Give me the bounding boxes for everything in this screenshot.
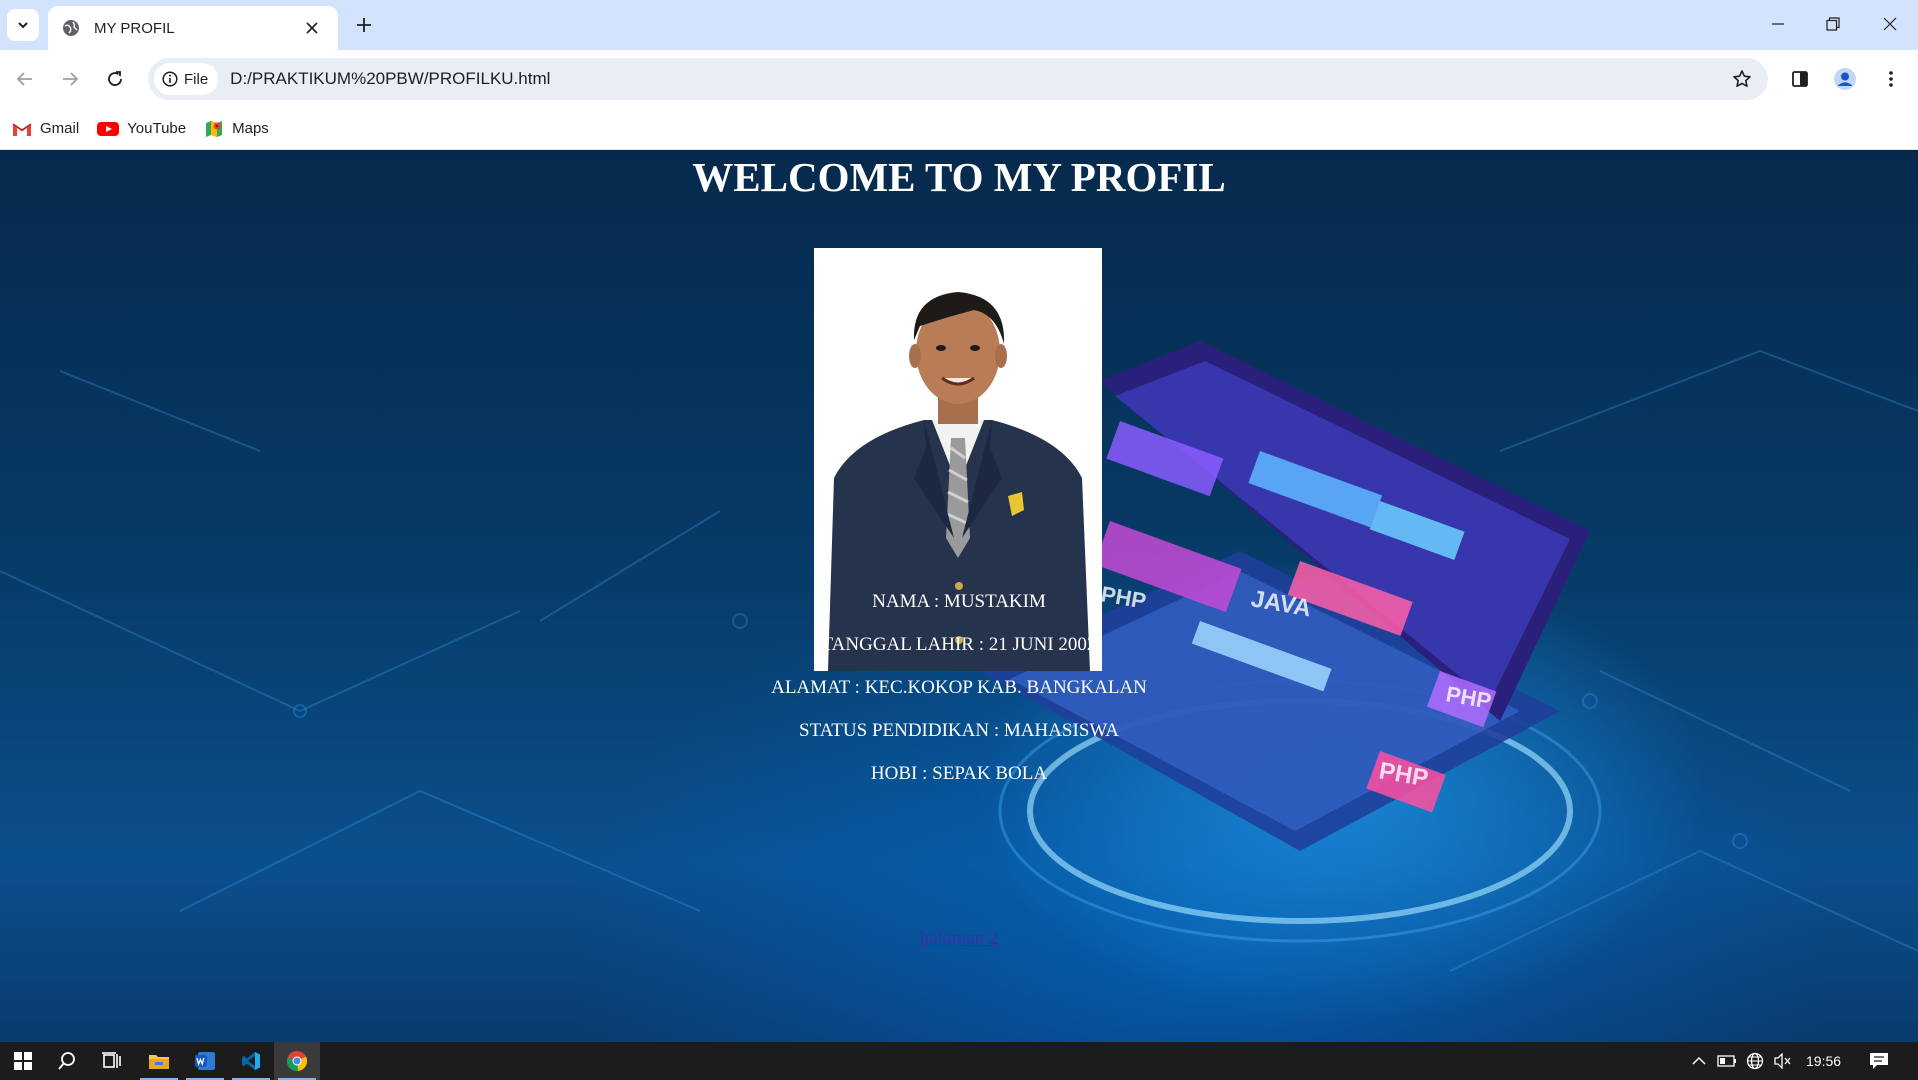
profile-button[interactable] — [1829, 63, 1861, 95]
maps-icon — [206, 120, 223, 137]
task-view-icon — [102, 1052, 121, 1068]
bookmark-gmail[interactable]: Gmail — [12, 120, 79, 137]
chrome-icon — [286, 1051, 308, 1072]
network-button[interactable] — [1742, 1042, 1768, 1080]
word-icon — [195, 1052, 215, 1070]
tab-close-button[interactable] — [300, 16, 324, 40]
reload-icon — [108, 71, 122, 86]
bookmark-label: Gmail — [40, 120, 80, 137]
tab-search-button[interactable] — [7, 9, 39, 41]
battery-button[interactable] — [1714, 1042, 1740, 1080]
site-info-label: File — [184, 70, 209, 88]
more-vertical-icon — [1889, 71, 1893, 87]
next-page-link-wrapper: halaman 2 — [0, 928, 1918, 950]
side-panel-button[interactable] — [1784, 63, 1816, 95]
info-nama: NAMA : MUSTAKIM — [872, 591, 1046, 612]
info-tanggal-lahir: TANGGAL LAHIR : 21 JUNI 2002 — [821, 634, 1097, 655]
tab-title: MY PROFIL — [94, 19, 175, 37]
volume-muted-icon — [1774, 1053, 1791, 1069]
gmail-icon — [12, 122, 32, 136]
notification-center-button[interactable] — [1862, 1042, 1896, 1080]
tray-overflow-button[interactable] — [1686, 1042, 1712, 1080]
web-page: PHP JAVA PHP PHP WELCOME TO MY PROFIL NA… — [0, 151, 1918, 1042]
file-explorer-icon — [149, 1055, 169, 1069]
restore-button[interactable] — [1804, 0, 1861, 48]
forward-button[interactable] — [54, 63, 86, 95]
browser-toolbar: File D:/PRAKTIKUM%20PBW/PROFILKU.html — [0, 50, 1918, 108]
arrow-left-icon — [16, 72, 32, 86]
battery-icon — [1717, 1055, 1736, 1067]
close-window-button[interactable] — [1861, 0, 1918, 48]
new-tab-button[interactable] — [350, 11, 378, 39]
close-icon — [1883, 17, 1896, 31]
globe-icon — [63, 20, 79, 36]
volume-button[interactable] — [1770, 1042, 1796, 1080]
info-hobi: HOBI : SEPAK BOLA — [870, 763, 1048, 784]
taskbar-vscode[interactable] — [228, 1042, 274, 1080]
task-view-button[interactable] — [88, 1042, 134, 1080]
info-icon — [162, 71, 178, 87]
chevron-down-icon — [18, 22, 28, 29]
minimize-icon — [1771, 23, 1784, 25]
taskbar-chrome[interactable] — [274, 1042, 320, 1080]
bookmark-star-button[interactable] — [1730, 67, 1754, 91]
vscode-icon — [242, 1052, 260, 1070]
close-icon — [306, 22, 318, 34]
side-panel-icon — [1792, 71, 1808, 87]
search-icon — [58, 1052, 75, 1070]
star-icon — [1733, 70, 1751, 87]
menu-button[interactable] — [1875, 63, 1907, 95]
page-title: WELCOME TO MY PROFIL — [692, 154, 1226, 200]
search-button[interactable] — [44, 1042, 90, 1080]
reload-button[interactable] — [99, 63, 131, 95]
bookmark-youtube[interactable]: YouTube — [97, 120, 186, 137]
address-bar[interactable]: File D:/PRAKTIKUM%20PBW/PROFILKU.html — [148, 58, 1768, 100]
arrow-right-icon — [63, 72, 79, 86]
taskbar-file-explorer[interactable] — [136, 1042, 182, 1080]
bookmarks-bar: Gmail YouTube Maps — [0, 108, 1918, 150]
bookmark-label: YouTube — [127, 120, 187, 137]
avatar-icon — [1834, 68, 1856, 90]
notification-icon — [1870, 1053, 1888, 1069]
minimize-button[interactable] — [1749, 0, 1806, 48]
back-button[interactable] — [9, 63, 41, 95]
taskbar-clock[interactable]: 19:56 — [1806, 1042, 1841, 1080]
browser-tab[interactable]: MY PROFIL — [48, 6, 338, 50]
bookmark-maps[interactable]: Maps — [204, 119, 269, 139]
windows-taskbar: 19:56 — [0, 1042, 1918, 1080]
taskbar-word[interactable] — [182, 1042, 228, 1080]
info-status-pendidikan: STATUS PENDIDIKAN : MAHASISWA — [799, 720, 1119, 741]
bookmark-label: Maps — [232, 120, 269, 137]
next-page-link[interactable]: halaman 2 — [920, 928, 999, 949]
restore-icon — [1825, 17, 1840, 31]
tab-strip: MY PROFIL — [0, 0, 1918, 50]
info-alamat: ALAMAT : KEC.KOKOP KAB. BANGKALAN — [771, 677, 1147, 698]
youtube-icon — [97, 121, 120, 136]
plus-icon — [357, 18, 371, 32]
globe-icon — [1746, 1052, 1764, 1070]
chevron-up-icon — [1692, 1056, 1706, 1065]
start-button[interactable] — [0, 1042, 46, 1080]
site-info-chip[interactable]: File — [154, 63, 219, 95]
windows-icon — [14, 1052, 32, 1070]
url-text[interactable]: D:/PRAKTIKUM%20PBW/PROFILKU.html — [230, 69, 550, 89]
